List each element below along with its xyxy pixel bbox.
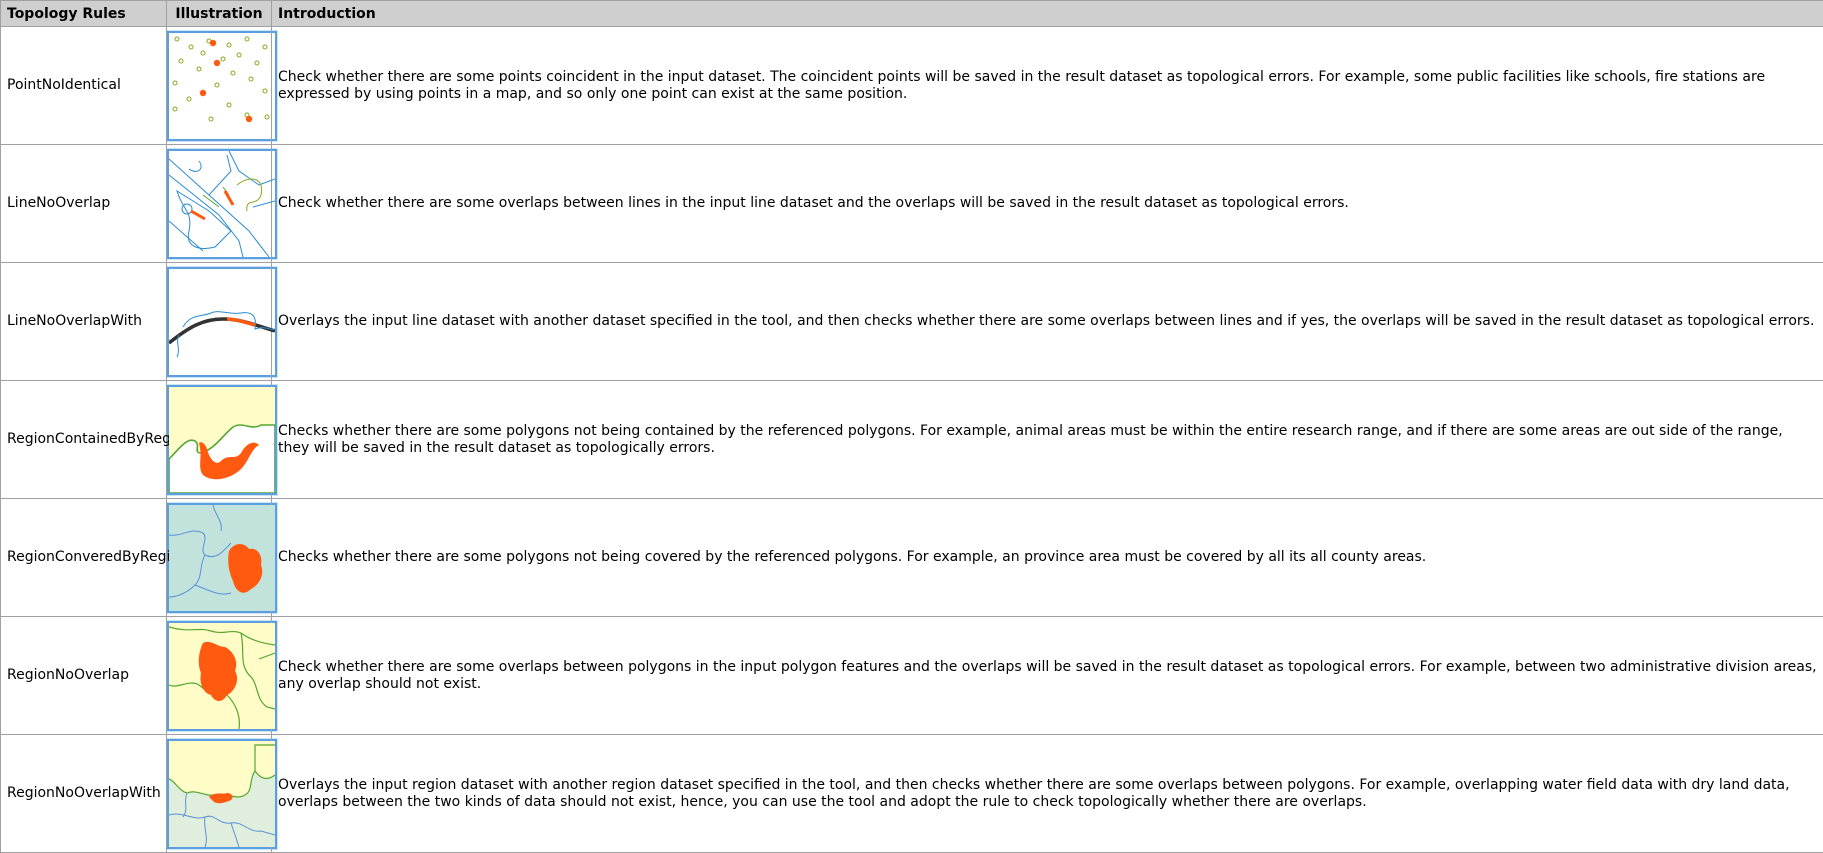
region-no-overlap-illustration [167,620,277,731]
table-row: RegionNoOverlap Check whether there are … [0,616,1823,735]
table-row: RegionNoOverlapWith Overlays the input r… [0,734,1823,853]
line-no-overlap-illustration [167,148,277,259]
rule-introduction: Check whether there are some overlaps be… [271,144,1823,263]
header-topology-rules: Topology Rules [0,0,167,27]
table-row: PointNoIdentical Check whether there are… [0,26,1823,145]
rule-introduction: Overlays the input line dataset with ano… [271,262,1823,381]
rule-name: RegionConveredByRegion [0,498,188,617]
rule-name: RegionContainedByRegion [0,380,192,499]
table-row: LineNoOverlapWith Overlays the input lin… [0,262,1823,381]
rule-introduction: Overlays the input region dataset with a… [271,734,1823,853]
rule-name: RegionNoOverlapWith [0,734,167,853]
table-row: LineNoOverlap Check whether there are so… [0,144,1823,263]
header-illustration: Illustration [166,0,272,27]
header-introduction: Introduction [271,0,1823,27]
point-no-identical-illustration [167,30,277,141]
rule-name: LineNoOverlapWith [0,262,167,381]
rule-name: RegionNoOverlap [0,616,167,735]
rule-name: LineNoOverlap [0,144,167,263]
rule-name: PointNoIdentical [0,26,167,145]
table-row: RegionContainedByRegion Checks whether t… [0,380,1823,499]
line-no-overlap-with-illustration [167,266,277,377]
topology-rules-table: Topology Rules Illustration Introduction… [0,0,1823,853]
rule-introduction: Check whether there are some overlaps be… [271,616,1823,735]
rule-introduction: Checks whether there are some polygons n… [271,498,1823,617]
rule-introduction: Checks whether there are some polygons n… [271,380,1823,499]
rule-introduction: Check whether there are some points coin… [271,26,1823,145]
table-row: RegionConveredByRegion Checks whether th… [0,498,1823,617]
region-contained-by-region-illustration [167,384,277,495]
table-header-row: Topology Rules Illustration Introduction [0,0,1823,27]
region-covered-by-region-illustration [167,502,277,613]
region-no-overlap-with-illustration [167,738,277,849]
